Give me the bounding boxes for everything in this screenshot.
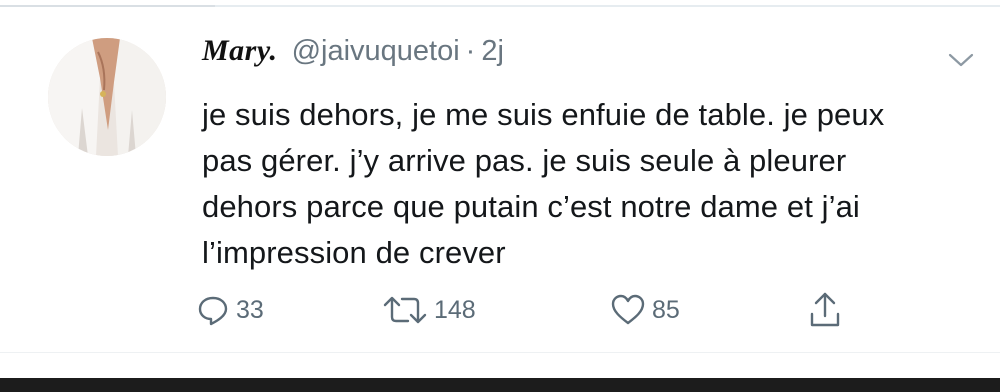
reply-button[interactable]: 33 bbox=[196, 288, 264, 332]
avatar[interactable] bbox=[48, 38, 166, 156]
tweet-card[interactable]: Mary. @jaivuquetoi · 2j je suis dehors, … bbox=[0, 8, 1000, 351]
display-name[interactable]: Mary. bbox=[202, 34, 278, 68]
like-count: 85 bbox=[652, 295, 680, 324]
share-icon bbox=[808, 290, 842, 330]
retweet-count: 148 bbox=[434, 295, 476, 324]
tweet-header: Mary. @jaivuquetoi · 2j bbox=[202, 34, 504, 74]
retweet-icon bbox=[382, 293, 428, 327]
tweet-actions: 33 148 85 bbox=[196, 288, 876, 332]
share-button[interactable] bbox=[808, 288, 842, 332]
chevron-down-icon[interactable] bbox=[946, 50, 976, 70]
retweet-button[interactable]: 148 bbox=[382, 288, 476, 332]
like-button[interactable]: 85 bbox=[610, 288, 680, 332]
heart-icon bbox=[610, 293, 646, 327]
bottom-bar bbox=[0, 378, 1000, 392]
top-divider bbox=[0, 5, 1000, 7]
separator-dot: · bbox=[465, 35, 476, 67]
bottom-divider bbox=[0, 352, 1000, 353]
reply-count: 33 bbox=[236, 295, 264, 324]
timestamp[interactable]: 2j bbox=[481, 35, 504, 68]
reply-icon bbox=[196, 293, 230, 327]
user-handle[interactable]: @jaivuquetoi bbox=[292, 35, 460, 68]
tweet-text: je suis dehors, je me suis enfuie de tab… bbox=[202, 97, 885, 270]
